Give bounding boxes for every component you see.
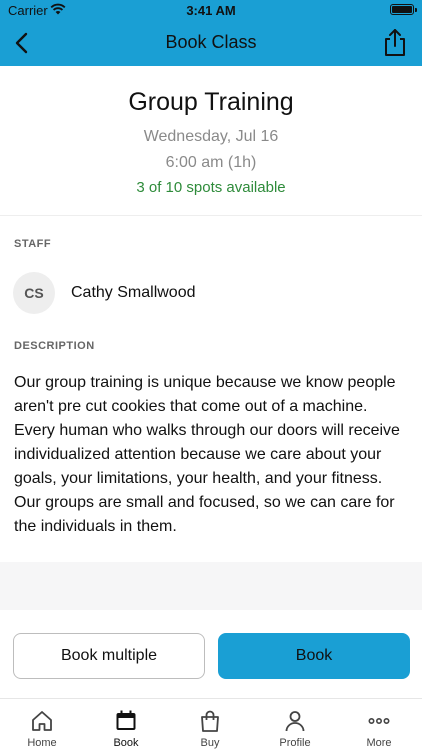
- staff-row[interactable]: CS Cathy Smallwood: [0, 268, 422, 318]
- book-button[interactable]: Book: [218, 633, 410, 679]
- battery-icon: [390, 4, 417, 15]
- tab-more[interactable]: More: [337, 699, 421, 750]
- description-section-label: DESCRIPTION: [14, 340, 95, 352]
- home-icon: [32, 711, 52, 731]
- page-title: Book Class: [165, 32, 257, 52]
- avatar: CS: [13, 272, 55, 314]
- book-multiple-button[interactable]: Book multiple: [13, 633, 205, 679]
- tab-buy[interactable]: Buy: [168, 699, 252, 750]
- staff-name: Cathy Smallwood: [71, 284, 196, 301]
- section-divider: [0, 562, 422, 610]
- availability-label: 3 of 10 spots available: [136, 179, 286, 196]
- tab-bar: Home Book Buy Profile More: [0, 698, 422, 750]
- class-date: Wednesday, Jul 16: [143, 128, 279, 145]
- class-description: Our group training is unique because we …: [14, 374, 400, 535]
- tab-home[interactable]: Home: [0, 699, 84, 750]
- class-name: Group Training: [128, 88, 294, 116]
- status-time: 3:41 AM: [186, 3, 236, 18]
- tab-label: Profile: [279, 737, 311, 749]
- ellipsis-icon: [368, 718, 390, 725]
- calendar-icon: [116, 710, 136, 730]
- status-bar: Carrier 3:41 AM: [0, 0, 422, 20]
- tab-label: Buy: [200, 737, 220, 749]
- tab-book[interactable]: Book: [84, 699, 168, 750]
- staff-section-label: STAFF: [14, 238, 52, 250]
- class-header: Group Training Wednesday, Jul 16 6:00 am…: [0, 66, 422, 216]
- class-time: 6:00 am (1h): [165, 154, 257, 171]
- tab-label: Home: [27, 737, 57, 749]
- person-icon: [285, 711, 305, 732]
- tab-label: Book: [113, 737, 139, 749]
- navigation-bar: Book Class: [0, 20, 422, 66]
- tab-label: More: [366, 737, 392, 749]
- share-icon[interactable]: [382, 28, 408, 58]
- tab-profile[interactable]: Profile: [253, 699, 337, 750]
- shopping-bag-icon: [201, 710, 219, 732]
